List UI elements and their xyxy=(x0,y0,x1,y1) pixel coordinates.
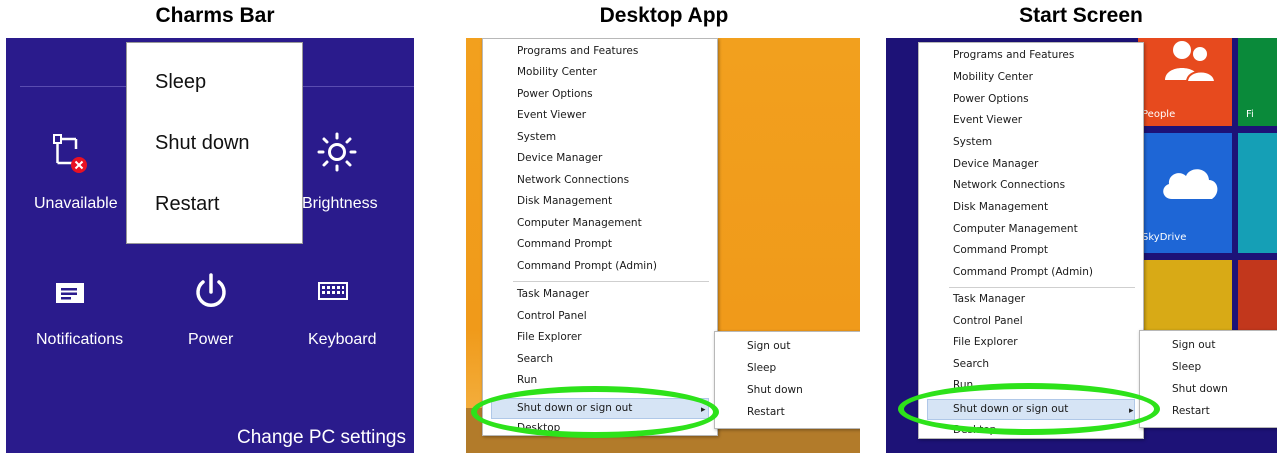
change-pc-settings-link[interactable]: Change PC settings xyxy=(237,427,406,449)
menu-item-task-manager[interactable]: Task Manager xyxy=(517,288,589,300)
people-tile-label: People xyxy=(1142,109,1176,120)
skydrive-tile-label: SkyDrive xyxy=(1142,232,1187,243)
charms-bar-panel: Unavailable Brightness Notifications Pow… xyxy=(6,38,414,453)
menu-item-command-prompt-admin[interactable]: Command Prompt (Admin) xyxy=(953,266,1093,278)
menu-item-file-explorer[interactable]: File Explorer xyxy=(517,331,582,343)
winx-menu: Programs and Features Mobility Center Po… xyxy=(482,38,718,436)
submenu-sleep[interactable]: Sleep xyxy=(1172,361,1201,373)
menu-item-task-manager[interactable]: Task Manager xyxy=(953,293,1025,305)
menu-item-run[interactable]: Run xyxy=(517,374,537,386)
menu-item-disk-management[interactable]: Disk Management xyxy=(517,195,612,207)
menu-item-command-prompt[interactable]: Command Prompt xyxy=(517,238,612,250)
brightness-label: Brightness xyxy=(302,195,378,212)
skydrive-tile[interactable]: SkyDrive xyxy=(1138,133,1232,253)
menu-item-device-manager[interactable]: Device Manager xyxy=(517,152,602,164)
submenu-restart[interactable]: Restart xyxy=(747,406,785,418)
menu-item-file-explorer[interactable]: File Explorer xyxy=(953,336,1018,348)
menu-separator xyxy=(949,287,1135,288)
winx-menu: Programs and Features Mobility Center Po… xyxy=(918,42,1144,439)
people-tile[interactable]: People xyxy=(1138,38,1232,126)
submenu-sign-out[interactable]: Sign out xyxy=(1172,339,1215,351)
menu-item-event-viewer[interactable]: Event Viewer xyxy=(953,114,1022,126)
menu-item-desktop[interactable]: Desktop xyxy=(517,422,560,434)
teal-tile[interactable] xyxy=(1238,133,1277,253)
submenu-restart[interactable]: Restart xyxy=(1172,405,1210,417)
notifications-label: Notifications xyxy=(36,331,124,348)
partial-tile-label: Fi xyxy=(1246,109,1254,120)
keyboard-label: Keyboard xyxy=(308,331,377,348)
submenu-sleep[interactable]: Sleep xyxy=(747,362,776,374)
menu-item-command-prompt[interactable]: Command Prompt xyxy=(953,244,1048,256)
menu-item-disk-management[interactable]: Disk Management xyxy=(953,201,1048,213)
menu-item-system[interactable]: System xyxy=(517,131,556,143)
partial-tile[interactable]: Fi xyxy=(1238,38,1277,126)
menu-item-search[interactable]: Search xyxy=(517,353,553,365)
menu-separator xyxy=(513,281,709,282)
menu-item-programs-features[interactable]: Programs and Features xyxy=(953,49,1074,61)
menu-item-control-panel[interactable]: Control Panel xyxy=(517,310,587,322)
menu-item-mobility-center[interactable]: Mobility Center xyxy=(517,66,597,78)
desktop-app-title: Desktop App xyxy=(599,4,729,27)
menu-item-shut-down-sign-out[interactable]: Shut down or sign out xyxy=(953,403,1068,415)
menu-item-computer-management[interactable]: Computer Management xyxy=(953,223,1078,235)
menu-item-search[interactable]: Search xyxy=(953,358,989,370)
power-flyout-menu: Sleep Shut down Restart xyxy=(126,42,303,244)
shutdown-submenu: Sign out Sleep Shut down Restart xyxy=(1139,330,1277,428)
sleep-option[interactable]: Sleep xyxy=(155,71,206,94)
start-screen-panel: People Fi SkyDrive Programs and Features… xyxy=(886,38,1277,453)
submenu-shut-down[interactable]: Shut down xyxy=(747,384,803,396)
keyboard-icon[interactable] xyxy=(317,280,351,304)
menu-item-control-panel[interactable]: Control Panel xyxy=(953,315,1023,327)
notifications-icon[interactable] xyxy=(54,280,88,306)
menu-item-programs-features[interactable]: Programs and Features xyxy=(517,45,638,57)
submenu-sign-out[interactable]: Sign out xyxy=(747,340,790,352)
desktop-app-panel: Programs and Features Mobility Center Po… xyxy=(466,38,860,453)
shut-down-option[interactable]: Shut down xyxy=(155,132,250,155)
network-unavailable-icon[interactable] xyxy=(50,133,90,175)
submenu-arrow-icon: ▸ xyxy=(701,404,706,414)
menu-item-desktop[interactable]: Desktop xyxy=(953,424,996,436)
menu-item-power-options[interactable]: Power Options xyxy=(517,88,593,100)
restart-option[interactable]: Restart xyxy=(155,193,219,216)
menu-item-mobility-center[interactable]: Mobility Center xyxy=(953,71,1033,83)
menu-item-event-viewer[interactable]: Event Viewer xyxy=(517,109,586,121)
unavailable-label: Unavailable xyxy=(34,195,118,212)
power-icon[interactable] xyxy=(191,272,231,312)
menu-item-run[interactable]: Run xyxy=(953,379,973,391)
menu-item-network-connections[interactable]: Network Connections xyxy=(953,179,1065,191)
brightness-icon[interactable] xyxy=(317,132,357,172)
power-label: Power xyxy=(188,331,234,348)
cloud-icon xyxy=(1163,169,1218,199)
menu-item-network-connections[interactable]: Network Connections xyxy=(517,174,629,186)
menu-item-command-prompt-admin[interactable]: Command Prompt (Admin) xyxy=(517,260,657,272)
people-icon xyxy=(1165,41,1217,83)
submenu-shut-down[interactable]: Shut down xyxy=(1172,383,1228,395)
menu-item-computer-management[interactable]: Computer Management xyxy=(517,217,642,229)
menu-item-power-options[interactable]: Power Options xyxy=(953,93,1029,105)
charms-bar-title: Charms Bar xyxy=(155,4,275,27)
menu-item-device-manager[interactable]: Device Manager xyxy=(953,158,1038,170)
menu-item-shut-down-sign-out[interactable]: Shut down or sign out xyxy=(517,402,632,414)
submenu-arrow-icon: ▸ xyxy=(1129,405,1134,415)
menu-item-system[interactable]: System xyxy=(953,136,992,148)
shutdown-submenu: Sign out Sleep Shut down Restart xyxy=(714,331,860,429)
start-screen-title: Start Screen xyxy=(1019,4,1143,27)
